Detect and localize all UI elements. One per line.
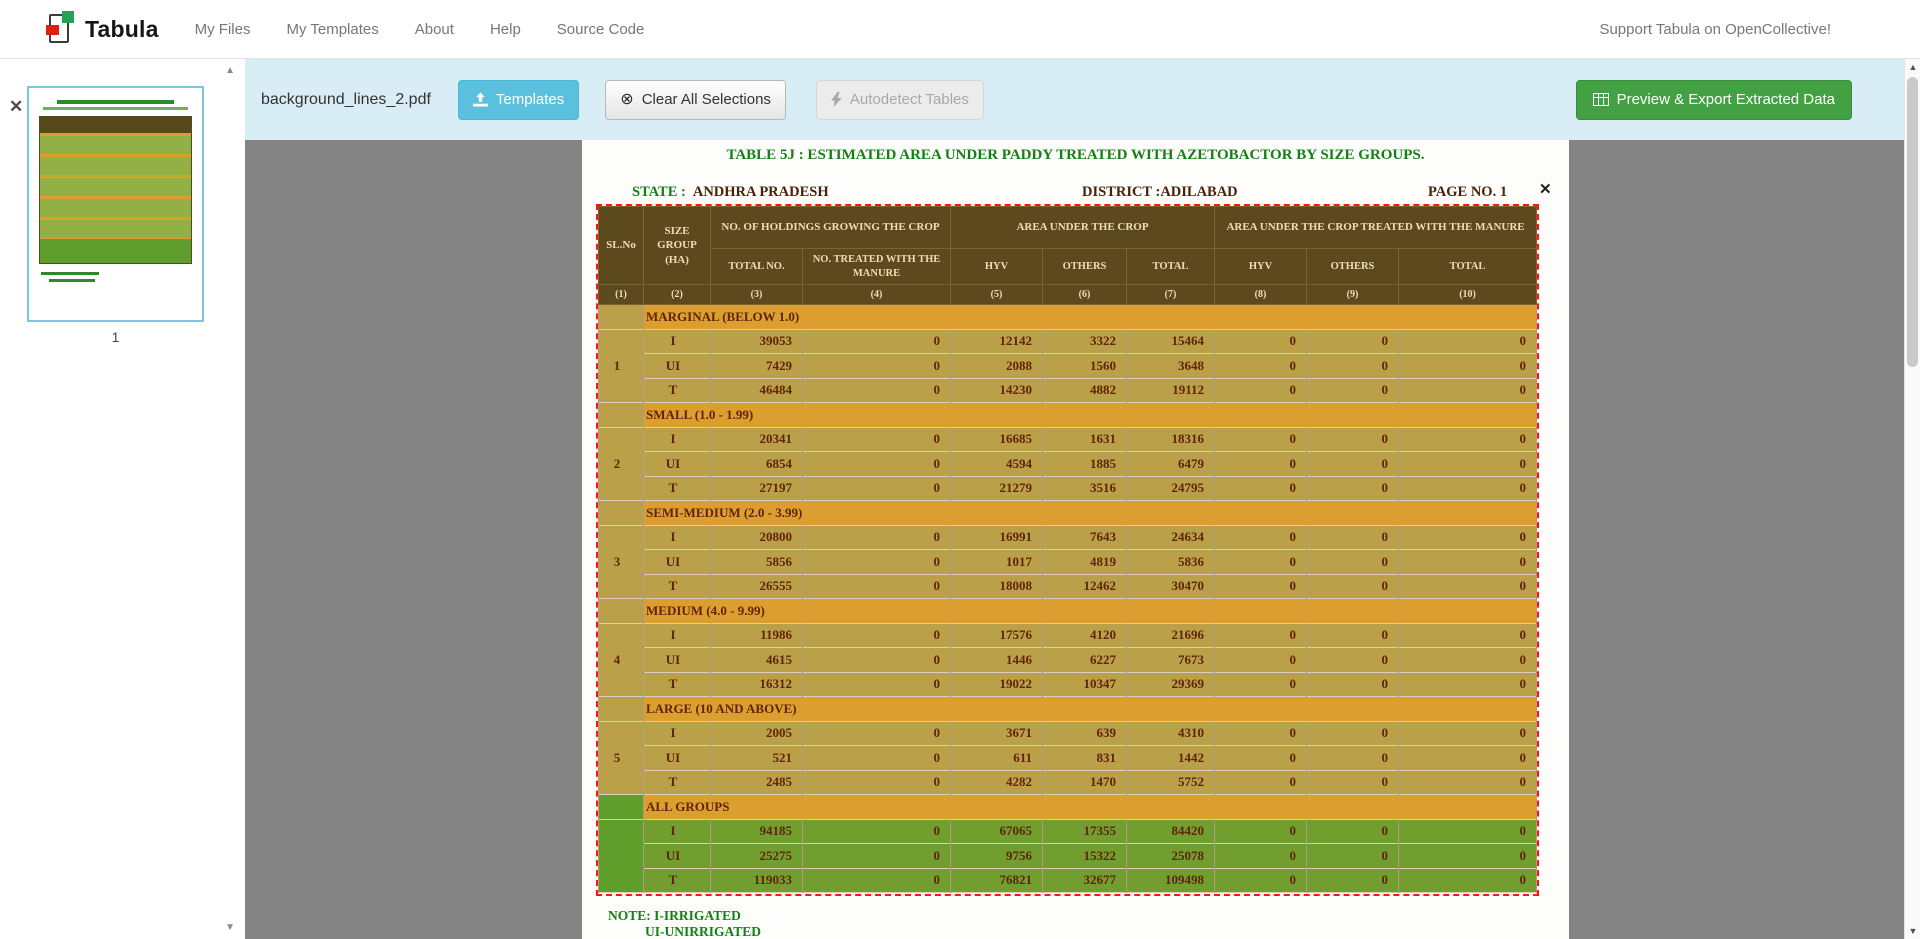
top-navbar: Tabula My Files My Templates About Help … (0, 0, 1920, 59)
state-value: ANDHRA PRADESH (693, 184, 829, 200)
templates-button-label: Templates (496, 91, 564, 108)
state-field: STATE : ANDHRA PRADESH (632, 184, 829, 201)
brand-title: Tabula (85, 16, 159, 43)
selection-box[interactable] (596, 204, 1539, 896)
thumbnail-title-line (57, 100, 175, 104)
lightning-icon (831, 92, 842, 107)
support-link[interactable]: Support Tabula on OpenCollective! (1599, 21, 1831, 38)
brand-link[interactable]: Tabula (46, 11, 159, 47)
tabula-logo-icon (46, 11, 74, 47)
export-button-label: Preview & Export Extracted Data (1617, 91, 1835, 108)
thumbnail-table (39, 116, 192, 264)
pdf-note-line2: UI-UNIRRIGATED (645, 924, 761, 939)
sidebar: ✕ 1 ▲ ▼ (0, 59, 245, 939)
sidebar-scroll-up-icon[interactable]: ▲ (225, 65, 235, 76)
nav-source-code[interactable]: Source Code (557, 21, 645, 38)
page-thumbnail[interactable] (27, 86, 204, 322)
table-icon (1593, 93, 1609, 106)
thumbnail-note-line (41, 272, 99, 275)
district-label: DISTRICT : (1082, 184, 1160, 200)
thumbnail-note-line (49, 279, 95, 282)
logo-green-shape (62, 11, 74, 23)
filename-label: background_lines_2.pdf (261, 91, 431, 109)
autodetect-tables-button[interactable]: Autodetect Tables (816, 80, 984, 120)
district-field: DISTRICT :ADILABAD (1082, 184, 1238, 201)
logo-red-shape (46, 25, 59, 35)
thumbnail-table-footer (40, 239, 191, 263)
page-scrollbar[interactable]: ▲ ▼ (1904, 59, 1920, 939)
state-label: STATE : (632, 184, 686, 200)
templates-button[interactable]: Templates (458, 80, 579, 120)
remove-selection-icon[interactable]: ✕ (1539, 180, 1552, 198)
district-value: ADILABAD (1160, 184, 1237, 200)
clear-button-label: Clear All Selections (642, 91, 771, 108)
thumbnail-table-body (40, 133, 191, 239)
nav-my-files[interactable]: My Files (195, 21, 251, 38)
remove-page-icon[interactable]: ✕ (9, 97, 23, 117)
pdf-table-title: TABLE 5J : ESTIMATED AREA UNDER PADDY TR… (582, 147, 1569, 164)
nav-help[interactable]: Help (490, 21, 521, 38)
nav-about[interactable]: About (415, 21, 454, 38)
page-no-label: PAGE NO. 1 (1428, 184, 1507, 201)
autodetect-button-label: Autodetect Tables (850, 91, 969, 108)
scrollbar-up-icon[interactable]: ▲ (1905, 59, 1920, 75)
clear-selections-icon: ⊗ (620, 92, 633, 108)
thumbnail-text-line (43, 107, 188, 110)
pdf-meta-row: STATE : ANDHRA PRADESH DISTRICT :ADILABAD… (582, 184, 1569, 202)
preview-export-button[interactable]: Preview & Export Extracted Data (1576, 80, 1852, 120)
clear-all-selections-button[interactable]: ⊗ Clear All Selections (605, 80, 786, 120)
scrollbar-down-icon[interactable]: ▼ (1905, 923, 1920, 939)
toolbar: background_lines_2.pdf Templates ⊗ Clear… (245, 59, 1904, 140)
thumbnail-table-header (40, 117, 191, 133)
main-nav: My Files My Templates About Help Source … (195, 21, 645, 38)
page-number-label: 1 (27, 329, 204, 345)
pdf-canvas[interactable]: TABLE 5J : ESTIMATED AREA UNDER PADDY TR… (245, 140, 1904, 939)
sidebar-scroll-down-icon[interactable]: ▼ (225, 922, 235, 933)
scrollbar-thumb[interactable] (1907, 77, 1918, 367)
template-upload-icon (473, 92, 488, 107)
pdf-note-line1: NOTE: I-IRRIGATED (608, 908, 741, 924)
pdf-page[interactable]: TABLE 5J : ESTIMATED AREA UNDER PADDY TR… (582, 140, 1569, 939)
nav-my-templates[interactable]: My Templates (286, 21, 378, 38)
